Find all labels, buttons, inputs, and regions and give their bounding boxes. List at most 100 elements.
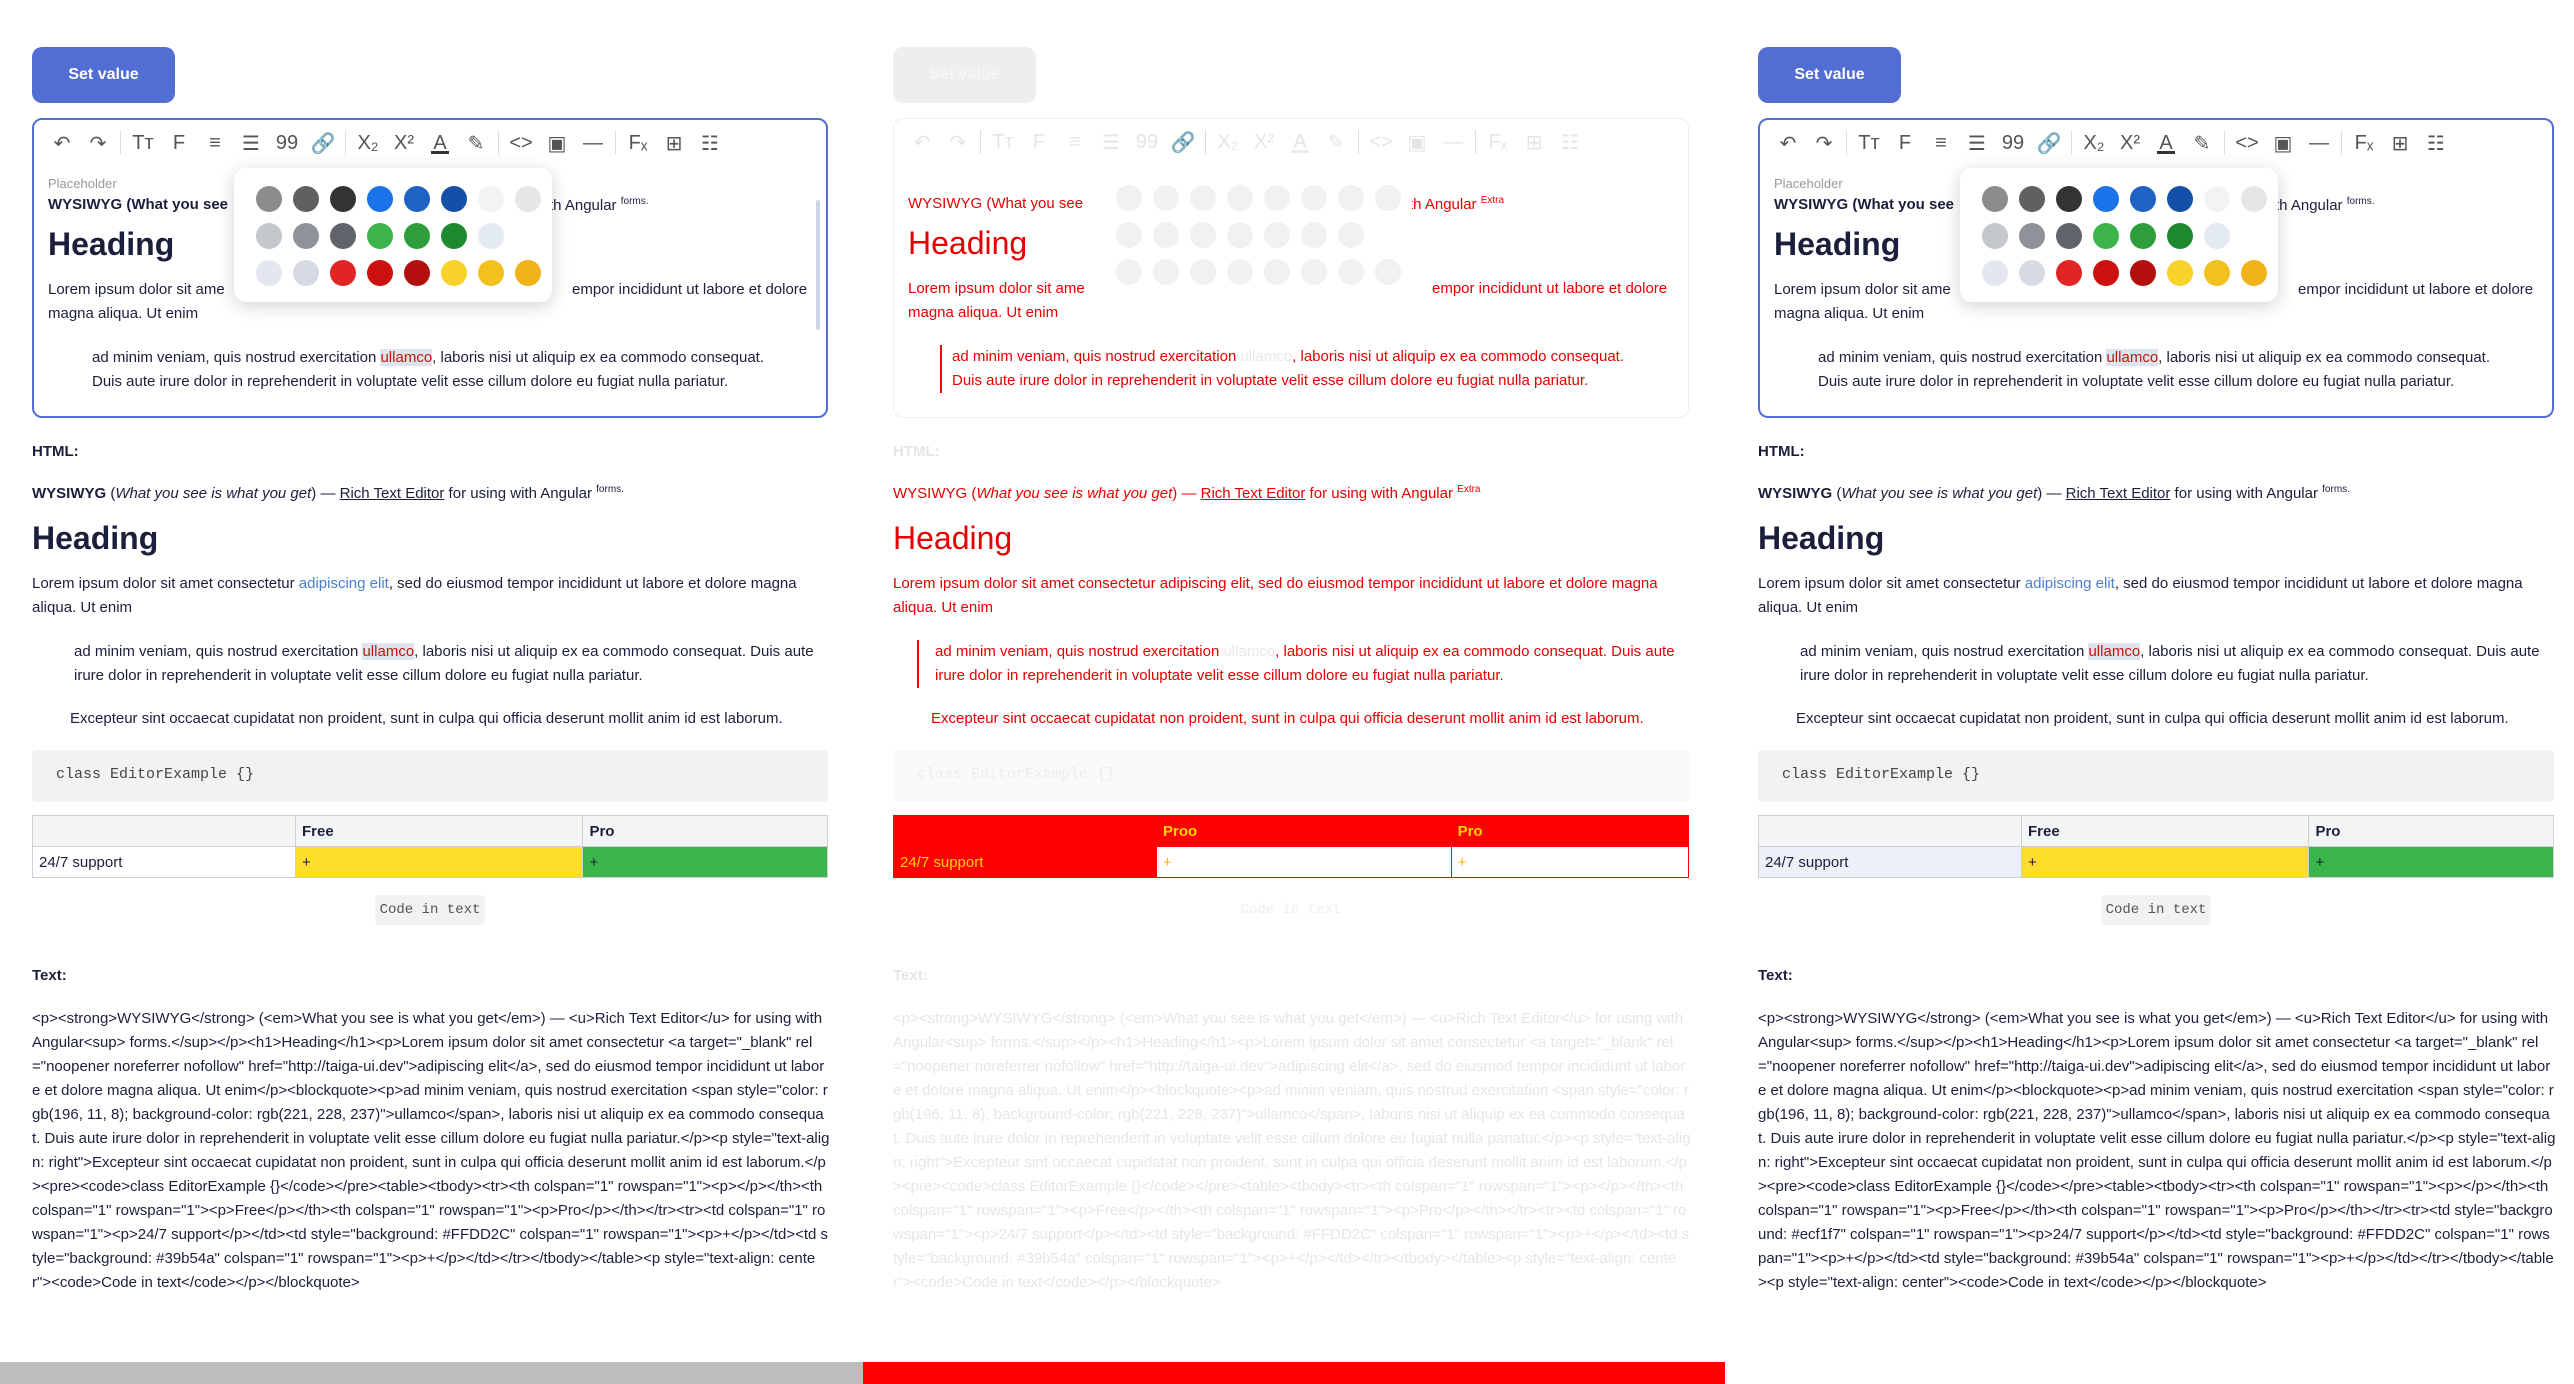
editor-first-line[interactable]: WYSIWYG (What you see <box>908 195 1083 212</box>
quote-icon[interactable]: 99 <box>269 126 305 160</box>
link-icon[interactable]: 🔗 <box>305 126 341 160</box>
clear-format-icon[interactable]: Fₓ <box>2346 126 2382 160</box>
color-swatch[interactable] <box>2093 186 2119 212</box>
color-swatch[interactable] <box>2204 260 2230 286</box>
editor-quote[interactable]: ad minim veniam, quis nostrud exercitati… <box>940 345 1672 393</box>
color-swatch[interactable] <box>367 186 393 212</box>
color-swatch[interactable] <box>2130 186 2156 212</box>
editor[interactable]: ↶ ↷ Tт F ≡ ☰ 99 🔗 X₂ X² A ✎ <> ▣ — Fₓ ⊞ ☷ Placeholder WYS… <box>32 118 828 418</box>
color-swatch[interactable] <box>2204 186 2230 212</box>
table-icon[interactable]: ⊞ <box>1516 125 1552 159</box>
color-swatch[interactable] <box>2056 260 2082 286</box>
horizontal-scrollbar[interactable] <box>0 1362 890 1384</box>
image-icon[interactable]: ▣ <box>539 126 575 160</box>
color-swatch[interactable] <box>1982 186 2008 212</box>
align-icon[interactable]: ≡ <box>1923 126 1959 160</box>
editor-heading[interactable]: Heading <box>1774 226 1900 263</box>
color-swatch[interactable] <box>2167 260 2193 286</box>
link-icon[interactable]: 🔗 <box>1165 125 1201 159</box>
horizontal-rule-icon[interactable]: — <box>2301 126 2337 160</box>
code-icon[interactable]: <> <box>2229 126 2265 160</box>
table-icon[interactable]: ⊞ <box>2382 126 2418 160</box>
color-swatch[interactable] <box>441 223 467 249</box>
table-icon[interactable]: ⊞ <box>656 126 692 160</box>
color-swatch[interactable] <box>404 260 430 286</box>
link-icon[interactable]: 🔗 <box>2031 126 2067 160</box>
color-swatch[interactable] <box>2167 186 2193 212</box>
image-icon[interactable]: ▣ <box>2265 126 2301 160</box>
row-icon[interactable]: ☷ <box>692 126 728 160</box>
redo-icon[interactable]: ↷ <box>80 126 116 160</box>
color-swatch[interactable] <box>478 260 504 286</box>
highlight-icon[interactable]: ✎ <box>2184 126 2220 160</box>
color-swatch[interactable] <box>1264 185 1290 211</box>
color-swatch[interactable] <box>1116 222 1142 248</box>
editor[interactable]: ↶ ↷ Tт F ≡ ☰ 99 🔗 X₂ X² A ✎ <> ▣ — Fₓ ⊞ ☷ Placeholder WYS… <box>1758 118 2554 418</box>
editor-scrollbar[interactable] <box>816 200 820 330</box>
color-swatch[interactable] <box>1338 222 1364 248</box>
editor-broken[interactable]: ↶ ↷ Tт F ≡ ☰ 99 🔗 X₂ X² A ✎ <> ▣ — Fₓ ⊞ ☷ WYSIWYG (What y… <box>893 118 1689 418</box>
color-swatch[interactable] <box>1227 185 1253 211</box>
color-swatch[interactable] <box>2241 186 2267 212</box>
color-swatch[interactable] <box>1982 260 2008 286</box>
editor-heading[interactable]: Heading <box>908 225 1027 262</box>
color-swatch[interactable] <box>1338 185 1364 211</box>
font-style-icon[interactable]: F <box>161 126 197 160</box>
align-icon[interactable]: ≡ <box>197 126 233 160</box>
color-swatch[interactable] <box>1227 222 1253 248</box>
color-swatch[interactable] <box>1264 222 1290 248</box>
color-swatch[interactable] <box>1982 223 2008 249</box>
font-size-icon[interactable]: Tт <box>1851 126 1887 160</box>
color-swatch[interactable] <box>441 260 467 286</box>
text-color-icon[interactable]: A <box>1282 125 1318 159</box>
color-swatch[interactable] <box>1375 259 1401 285</box>
horizontal-rule-icon[interactable]: — <box>1435 125 1471 159</box>
clear-format-icon[interactable]: Fₓ <box>620 126 656 160</box>
highlight-icon[interactable]: ✎ <box>458 126 494 160</box>
color-swatch[interactable] <box>1264 259 1290 285</box>
color-swatch[interactable] <box>1153 222 1179 248</box>
adipiscing-link[interactable]: adipiscing elit <box>2025 575 2115 592</box>
color-swatch[interactable] <box>1116 185 1142 211</box>
undo-icon[interactable]: ↶ <box>904 125 940 159</box>
color-swatch[interactable] <box>1301 222 1327 248</box>
color-swatch[interactable] <box>330 186 356 212</box>
redo-icon[interactable]: ↷ <box>940 125 976 159</box>
color-swatch[interactable] <box>330 223 356 249</box>
horizontal-scrollbar[interactable] <box>863 1362 1725 1384</box>
color-swatch[interactable] <box>293 260 319 286</box>
color-swatch[interactable] <box>1301 259 1327 285</box>
color-swatch[interactable] <box>256 260 282 286</box>
color-swatch[interactable] <box>2019 260 2045 286</box>
code-icon[interactable]: <> <box>503 126 539 160</box>
color-swatch[interactable] <box>1190 222 1216 248</box>
color-swatch[interactable] <box>1375 185 1401 211</box>
color-swatch[interactable] <box>2056 186 2082 212</box>
color-swatch[interactable] <box>1338 259 1364 285</box>
color-swatch[interactable] <box>2019 186 2045 212</box>
color-swatch[interactable] <box>293 223 319 249</box>
redo-icon[interactable]: ↷ <box>1806 126 1842 160</box>
editor-quote[interactable]: ad minim veniam, quis nostrud exercitati… <box>92 346 812 394</box>
font-size-icon[interactable]: Tт <box>985 125 1021 159</box>
color-swatch[interactable] <box>367 260 393 286</box>
superscript-icon[interactable]: X² <box>2112 126 2148 160</box>
subscript-icon[interactable]: X₂ <box>350 126 386 160</box>
highlight-icon[interactable]: ✎ <box>1318 125 1354 159</box>
color-swatch[interactable] <box>1116 259 1142 285</box>
quote-icon[interactable]: 99 <box>1129 125 1165 159</box>
color-swatch[interactable] <box>515 186 541 212</box>
color-swatch[interactable] <box>2167 223 2193 249</box>
color-swatch[interactable] <box>478 223 504 249</box>
color-swatch[interactable] <box>367 223 393 249</box>
list-icon[interactable]: ☰ <box>1093 125 1129 159</box>
text-color-icon[interactable]: A <box>422 126 458 160</box>
list-icon[interactable]: ☰ <box>233 126 269 160</box>
subscript-icon[interactable]: X₂ <box>2076 126 2112 160</box>
color-swatch[interactable] <box>478 186 504 212</box>
color-swatch[interactable] <box>2204 223 2230 249</box>
row-icon[interactable]: ☷ <box>1552 125 1588 159</box>
color-swatch[interactable] <box>2130 223 2156 249</box>
align-icon[interactable]: ≡ <box>1057 125 1093 159</box>
color-swatch[interactable] <box>1190 259 1216 285</box>
